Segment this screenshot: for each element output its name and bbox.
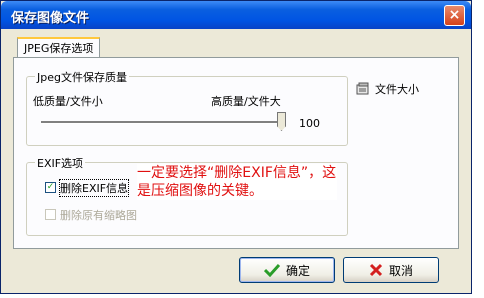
cross-icon [369, 263, 383, 277]
remove-thumbnail-checkbox[interactable] [45, 209, 56, 220]
remove-exif-checkbox[interactable]: ✓ [45, 182, 56, 193]
cancel-button-label: 取消 [388, 263, 413, 278]
tab-label: JPEG保存选项 [24, 42, 94, 55]
remove-thumbnail-label[interactable]: 删除原有缩略图 [60, 207, 137, 223]
quality-group-legend: Jpeg文件保存质量 [35, 69, 129, 85]
quality-slider-track[interactable] [41, 121, 285, 124]
quality-group: Jpeg文件保存质量 [26, 69, 348, 146]
close-icon: × [448, 7, 461, 23]
cancel-button[interactable]: 取消 [343, 257, 439, 283]
checkmark-icon: ✓ [46, 182, 55, 192]
low-quality-label: 低质量/文件小 [33, 95, 103, 108]
title-bar[interactable]: 保存图像文件 × [1, 1, 471, 29]
file-size-label: 文件大小 [375, 83, 419, 96]
ok-button-label: 确定 [285, 263, 310, 278]
exif-group-legend: EXIF选项 [35, 155, 86, 171]
file-size-control[interactable]: 文件大小 [356, 81, 419, 97]
remove-exif-label[interactable]: 删除EXIF信息 [58, 179, 130, 197]
dialog-title: 保存图像文件 [11, 11, 90, 26]
annotation-note: 一定要选择“删除EXIF信息”，这是压缩图像的关键。 [137, 164, 337, 200]
save-image-dialog: 保存图像文件 × JPEG保存选项 Jpeg文件保存质量 EXIF选项 低质量/… [0, 0, 472, 294]
ok-button[interactable]: 确定 [239, 257, 335, 283]
high-quality-label: 高质量/文件大 [211, 95, 281, 108]
close-button[interactable]: × [444, 5, 465, 26]
checkmark-icon [263, 263, 280, 277]
tab-jpeg-options[interactable]: JPEG保存选项 [17, 37, 101, 57]
quality-value: 100 [299, 117, 320, 130]
disk-icon [356, 82, 369, 95]
